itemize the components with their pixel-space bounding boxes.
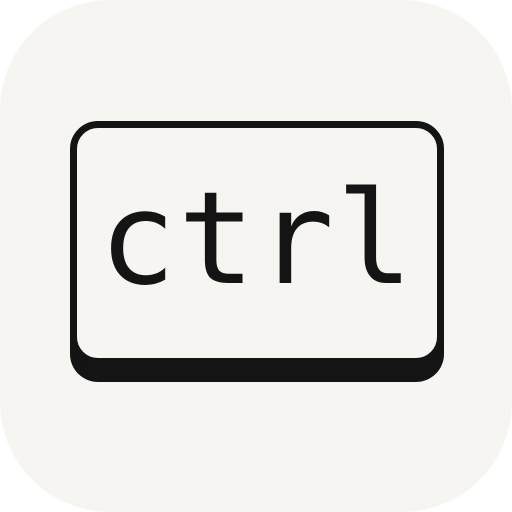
- key-label: ctrl: [98, 165, 416, 314]
- keyboard-key-icon: ctrl: [70, 121, 444, 365]
- app-icon: ctrl: [0, 0, 512, 512]
